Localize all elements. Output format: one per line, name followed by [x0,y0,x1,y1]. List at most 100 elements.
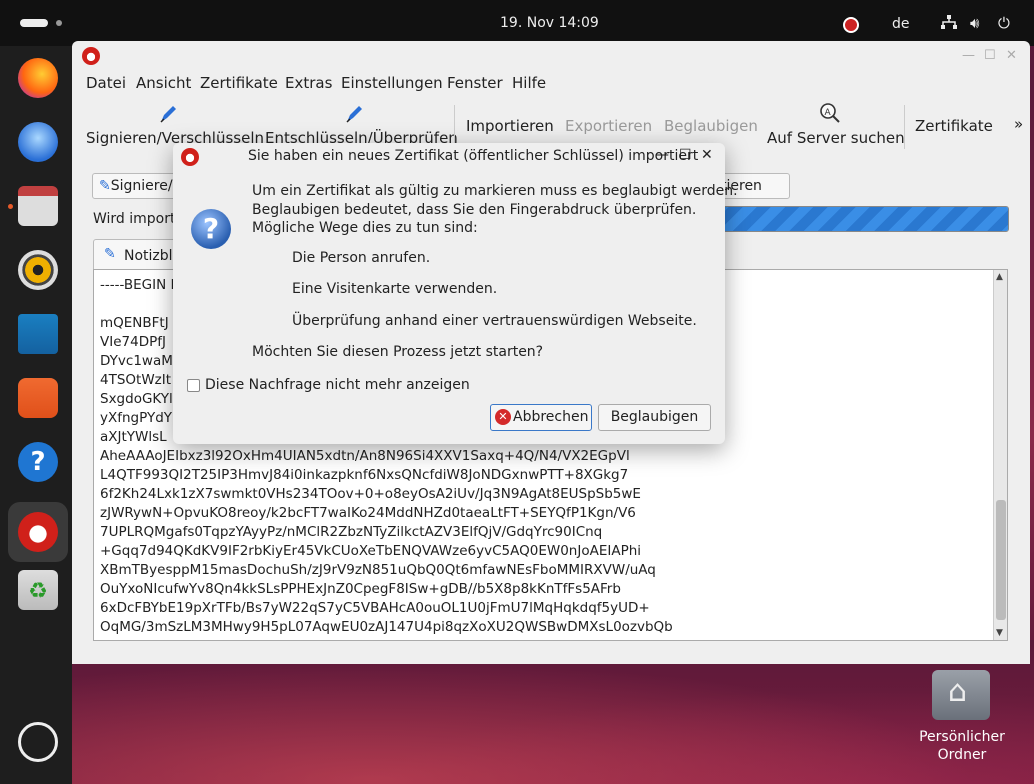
import-button[interactable]: Importieren [466,117,554,135]
help-icon: ? [18,442,58,482]
maximize-icon[interactable]: ☐ [679,147,692,163]
minimize-icon[interactable]: — [655,147,669,163]
certify-button[interactable]: Beglaubigen [664,117,758,135]
sign-file-button[interactable]: ✎Signiere/ [92,173,182,199]
workspace-indicator-active [20,19,48,27]
toolbar-separator [904,105,905,149]
search-icon: A [820,103,840,123]
editor-line: zJWRywN+OpvuKO8reoy/k2bcFT7waIKo24MddNHZ… [100,505,636,521]
close-icon[interactable]: ✕ [701,147,713,163]
menu-zertifikate[interactable]: Zertifikate [200,74,278,92]
menu-einstellungen[interactable]: Einstellungen [341,74,443,92]
menu-hilfe[interactable]: Hilfe [512,74,546,92]
kleopatra-app-icon [82,47,100,65]
keyboard-layout-indicator[interactable]: de [892,16,910,32]
home-folder-label[interactable]: Persönlicher Ordner [912,728,1012,764]
dock-rhythmbox[interactable] [14,246,62,294]
dock: ? ♻ [0,46,72,784]
cancel-button[interactable]: ✕ Abbrechen [490,404,592,431]
menu-ansicht[interactable]: Ansicht [136,74,191,92]
minimize-icon[interactable]: — [962,48,975,63]
editor-line: 7UPLRQMgafs0TqpzYAyyPz/nMClR2ZbzNTyZilkc… [100,524,603,540]
dialog-intro-line3: Mögliche Wege dies zu tun sind: [252,220,478,236]
thunderbird-icon [18,122,58,162]
certify-dialog-button-label: Beglaubigen [610,409,699,425]
dock-thunderbird[interactable] [14,118,62,166]
dock-trash[interactable]: ♻ [14,566,62,614]
cancel-button-label: Abbrechen [513,409,589,425]
dont-ask-again-label[interactable]: Diese Nachfrage nicht mehr anzeigen [205,377,470,393]
pen-icon [346,106,362,123]
pen-icon: ✎ [99,178,111,194]
activities-button[interactable] [20,19,62,28]
writer-icon [18,314,58,354]
window-titlebar[interactable]: — ☐ ✕ [72,41,1030,71]
export-button[interactable]: Exportieren [565,117,652,135]
pen-icon: ✎ [104,246,116,262]
network-icon[interactable] [940,15,957,31]
kleopatra-tray-icon[interactable] [843,17,859,33]
dialog-option-2: Eine Visitenkarte verwenden. [292,281,498,297]
running-indicator [8,204,13,209]
power-icon[interactable]: ⏻ [998,14,1010,32]
certify-dialog: Sie haben ein neues Zertifikat (öffentli… [173,143,738,444]
certify-dialog-button[interactable]: Beglaubigen [598,404,711,431]
dialog-option-1: Die Person anrufen. [292,250,431,266]
dont-ask-again-checkbox[interactable] [187,379,200,392]
dialog-intro-line1: Um ein Zertifikat als gültig zu markiere… [252,183,738,199]
firefox-icon [18,58,58,98]
svg-text:A: A [825,108,832,118]
editor-line: OqMG/3mSzLM3MHwy9H5pL07AqwEU0zAJ147U4pi8… [100,619,673,635]
kleopatra-app-icon [181,148,199,166]
dialog-option-3: Überprüfung anhand einer vertrauenswürdi… [292,313,697,329]
cancel-icon: ✕ [495,409,511,425]
server-search-button[interactable]: Auf Server suchen [767,129,905,147]
trash-icon: ♻ [18,570,58,610]
import-status-label: Wird import [93,211,176,227]
scroll-up-icon[interactable]: ▲ [996,272,1003,282]
top-bar: 19. Nov 14:09 de 🔊︎ ⏻ [0,0,1034,46]
editor-line: OuYxoNIcufwYv8Qn4kkSLsPPHExJnZ0CpegF8ISw… [100,581,621,597]
show-apps-icon [18,722,58,762]
close-icon[interactable]: ✕ [1006,48,1017,63]
files-icon [18,186,58,226]
editor-scrollbar[interactable]: ▲ ▼ [993,270,1007,640]
dock-app-center[interactable] [14,374,62,422]
dialog-question: Möchten Sie diesen Prozess jetzt starten… [252,344,544,360]
volume-icon[interactable]: 🔊︎ [970,14,979,32]
dock-libreoffice-writer[interactable] [14,310,62,358]
dock-show-apps[interactable] [14,718,62,766]
dock-help[interactable]: ? [14,438,62,486]
editor-line: XBmTByesppM15masDochuSh/zJ9rV9zN851uQbQ0… [100,562,656,578]
question-icon: ? [191,209,231,249]
rhythmbox-icon [18,250,58,290]
scroll-down-icon[interactable]: ▼ [996,628,1003,638]
sign-file-button-label: Signiere/ [110,178,173,194]
editor-line: 6xDcFBYbE19pXrTFb/Bs7yW22qS7yC5VBAHcA0ou… [100,600,650,616]
editor-line: +Gqq7d94QKdKV9IF2rbKiyEr45VkCUoXeTbENQVA… [100,543,642,559]
dock-files[interactable] [14,182,62,230]
scroll-thumb[interactable] [996,500,1006,620]
editor-line: L4QTF993QI2T25IP3HmvJ84i0inkazpknf6NxsQN… [100,467,629,483]
toolbar-overflow-button[interactable]: » [1014,115,1023,133]
editor-line: AheAAAoJEIbxz3l92OxHm4UIAN5xdtn/An8N96Si… [100,448,630,464]
menu-extras[interactable]: Extras [285,74,332,92]
clock[interactable]: 19. Nov 14:09 [500,15,599,31]
maximize-icon[interactable]: ☐ [984,48,996,63]
tab-notepad[interactable]: ✎ Notizbl [93,239,183,271]
dock-firefox[interactable] [14,54,62,102]
dialog-intro-line2: Beglaubigen bedeutet, dass Sie den Finge… [252,202,697,218]
dialog-title: Sie haben ein neues Zertifikat (öffentli… [248,148,699,164]
home-folder-icon[interactable] [932,670,990,720]
menu-datei[interactable]: Datei [86,74,126,92]
menu-bar: Datei Ansicht Zertifikate Extras Einstel… [72,71,1030,95]
kleopatra-icon [18,512,58,552]
dock-kleopatra[interactable] [8,502,68,562]
certificates-button[interactable]: Zertifikate [915,117,993,135]
app-center-icon [18,378,58,418]
editor-line: 6f2Kh24Lxk1zX7swmkt0VHs234TOov+0+o8eyOsA… [100,486,641,502]
workspace-indicator-dot [56,20,62,26]
pen-icon [160,106,176,123]
menu-fenster[interactable]: Fenster [447,74,503,92]
tab-notepad-label: Notizbl [124,248,173,264]
